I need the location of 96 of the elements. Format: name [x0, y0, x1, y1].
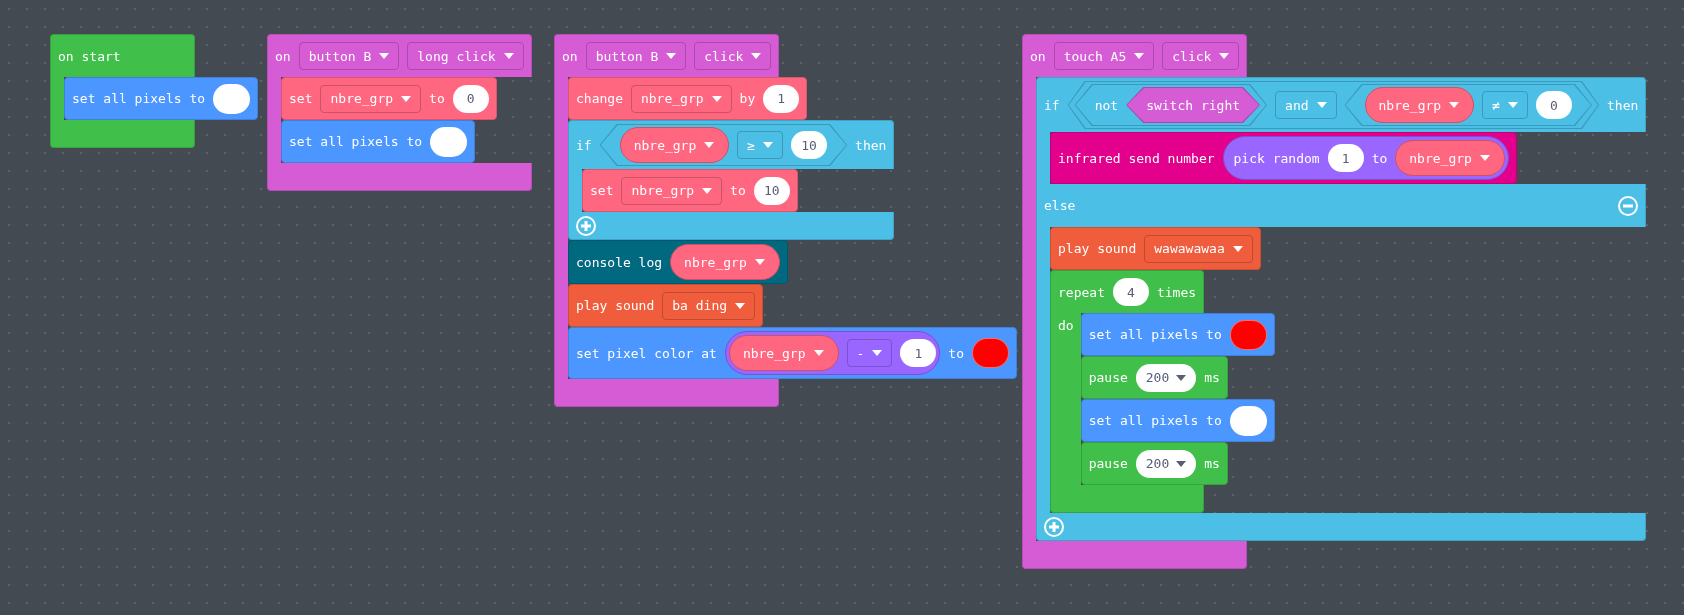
block-label: times [1156, 283, 1197, 301]
caret-icon [666, 53, 677, 59]
caret-icon [401, 95, 412, 102]
caret-icon [503, 53, 514, 59]
block-label: switch right [1146, 96, 1241, 114]
caret-icon [1508, 102, 1518, 108]
block-label: by [739, 90, 756, 107]
block-label: set all pixels to [289, 133, 423, 150]
number-field[interactable]: 1 [900, 339, 937, 367]
plus-circle-icon[interactable] [1044, 516, 1064, 537]
block-label: do [1058, 318, 1074, 333]
number-field[interactable]: 10 [753, 176, 790, 205]
caret-icon [1219, 53, 1230, 59]
block-label: on [562, 47, 578, 65]
caret-icon [1316, 102, 1327, 108]
caret-icon [711, 95, 722, 102]
dropdown[interactable]: ba ding [662, 291, 756, 320]
caret-icon [702, 187, 713, 194]
caret-icon [872, 350, 883, 356]
color-swatch-icon[interactable] [430, 126, 468, 157]
dropdown[interactable]: - [846, 339, 893, 367]
dropdown[interactable]: nbre_grp [621, 176, 723, 205]
number-dropdown[interactable]: 200 [1135, 449, 1197, 478]
dropdown[interactable]: button B [585, 42, 687, 70]
block-label: set pixel color at [576, 344, 717, 362]
caret-icon [1134, 53, 1145, 59]
block-label: to [429, 90, 445, 107]
block-label: play sound [576, 297, 655, 314]
caret-icon [379, 53, 390, 59]
block-label: pause [1088, 369, 1128, 386]
block-label: to [730, 182, 746, 199]
block-label: ms [1204, 455, 1220, 472]
number-field[interactable]: 0 [452, 84, 489, 113]
block-label: set [590, 182, 614, 199]
color-swatch-icon[interactable] [1229, 405, 1267, 436]
dropdown[interactable]: and [1275, 91, 1337, 119]
block-label: set all pixels to [1088, 412, 1222, 429]
block-label: on [1030, 47, 1046, 65]
block-label: set all pixels to [72, 90, 206, 107]
block-label: change [576, 90, 623, 107]
block-label: set all pixels to [1088, 326, 1222, 343]
block-label: on [275, 47, 291, 65]
block-label: else [1044, 197, 1076, 214]
caret-icon [754, 259, 765, 265]
dropdown[interactable]: ≥ [737, 131, 784, 159]
dropdown[interactable]: nbre_grp [630, 84, 732, 113]
dropdown[interactable]: wawawawaa [1144, 234, 1253, 263]
caret-icon [813, 350, 824, 356]
variable-reporter[interactable]: nbre_grp [670, 244, 780, 280]
dropdown[interactable]: long click [407, 42, 524, 70]
number-field[interactable]: 4 [1112, 278, 1149, 306]
variable-reporter[interactable]: nbre_grp [1395, 140, 1505, 176]
color-swatch-icon[interactable] [213, 83, 251, 114]
number-field[interactable]: 10 [791, 131, 828, 159]
variable-reporter[interactable]: nbre_grp [619, 127, 730, 163]
block-label: then [855, 136, 887, 154]
caret-icon [1176, 374, 1187, 381]
block-label: not [1094, 96, 1119, 114]
block-label: if [576, 136, 592, 154]
minus-circle-icon[interactable] [1618, 195, 1639, 216]
variable-reporter[interactable]: nbre_grp [1364, 87, 1475, 123]
block-label: infrared send number [1058, 149, 1215, 167]
block-label: console log [576, 253, 663, 271]
caret-icon [735, 302, 746, 309]
caret-icon [1479, 155, 1490, 161]
block-label: to [948, 344, 964, 362]
number-field[interactable]: 0 [1536, 91, 1572, 119]
block-label: repeat [1058, 283, 1105, 301]
variable-reporter[interactable]: nbre_grp [728, 335, 839, 371]
block-label: if [1044, 96, 1060, 114]
number-field[interactable]: 1 [763, 84, 800, 113]
plus-circle-icon[interactable] [576, 215, 596, 236]
caret-icon [704, 142, 715, 148]
block-label: ms [1204, 369, 1220, 386]
block-label: pick random [1233, 149, 1320, 167]
dropdown[interactable]: button B [298, 42, 400, 70]
dropdown[interactable]: click [694, 42, 772, 70]
color-swatch-icon[interactable] [1229, 319, 1267, 350]
dropdown[interactable]: click [1162, 42, 1240, 70]
dropdown[interactable]: nbre_grp [320, 84, 422, 113]
block-label: pause [1088, 455, 1128, 472]
block-label: play sound [1058, 240, 1137, 257]
block-label: to [1371, 149, 1388, 167]
dropdown[interactable]: touch A5 [1053, 42, 1155, 70]
caret-icon [751, 53, 762, 59]
caret-icon [763, 142, 774, 148]
block-label: set [289, 90, 313, 107]
caret-icon [1449, 102, 1460, 108]
color-swatch-icon[interactable] [972, 338, 1009, 368]
block-label: on start [58, 47, 121, 65]
number-field[interactable]: 1 [1327, 144, 1364, 172]
caret-icon [1232, 245, 1243, 252]
block-label: then [1607, 96, 1639, 114]
caret-icon [1176, 460, 1187, 467]
dropdown[interactable]: ≠ [1482, 91, 1528, 119]
number-dropdown[interactable]: 200 [1135, 363, 1197, 392]
